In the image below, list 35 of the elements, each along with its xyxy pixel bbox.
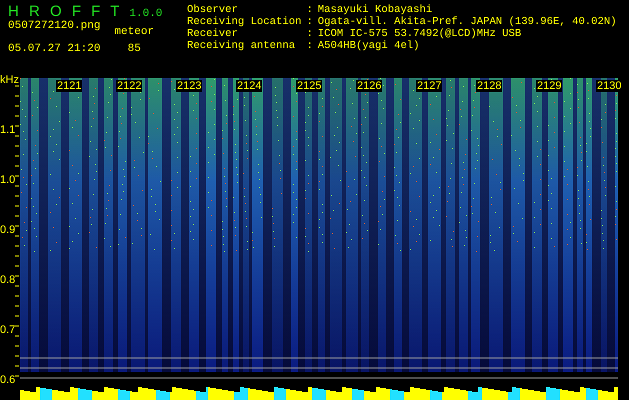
info-label: Receiver [187, 28, 239, 40]
separator: : [306, 16, 313, 28]
meteor-label: meteor [114, 26, 154, 39]
app-version: 1.0.0 [129, 8, 162, 20]
time-label: 2126 [356, 80, 382, 92]
file-name: 0507272120.png [8, 20, 100, 33]
info-value: ICOM IC-575 53.7492(@LCD)MHz USB [318, 28, 522, 40]
info-label: Receiving antenna [187, 40, 296, 52]
time-label: 2122 [116, 80, 142, 92]
separator: : [306, 4, 313, 16]
time-label: 2124 [236, 80, 262, 92]
frequency-label: 0.8 [0, 274, 16, 286]
time-label: 2121 [56, 80, 82, 92]
frequency-label: 0.7 [0, 324, 16, 336]
time-label: 2123 [176, 80, 202, 92]
time-label: 2125 [296, 80, 322, 92]
meteor-count: 85 [128, 43, 141, 56]
axis-unit: kHz [0, 74, 19, 86]
time-label: 2127 [416, 80, 442, 92]
info-value: Ogata-vill. Akita-Pref. JAPAN (139.96E, 40.02N) [318, 16, 617, 28]
info-label: Receiving Location [187, 16, 302, 28]
separator: : [306, 40, 313, 52]
info-value: A504HB(yagi 4el) [318, 40, 421, 52]
time-label: 2129 [536, 80, 562, 92]
frequency-label: 1.1 [0, 124, 16, 136]
frequency-label: 1.0 [0, 174, 16, 186]
app-name: H R O F F T [8, 3, 120, 20]
separator: : [306, 28, 313, 40]
frequency-label: 0.6 [0, 374, 16, 386]
file-datetime: 05.07.27 21:20 [8, 43, 100, 56]
info-value: Masayuki Kobayashi [318, 4, 434, 16]
time-label: 2130 [596, 80, 622, 92]
time-label: 2128 [476, 80, 502, 92]
info-label: Observer [187, 4, 239, 16]
frequency-label: 0.9 [0, 224, 16, 236]
